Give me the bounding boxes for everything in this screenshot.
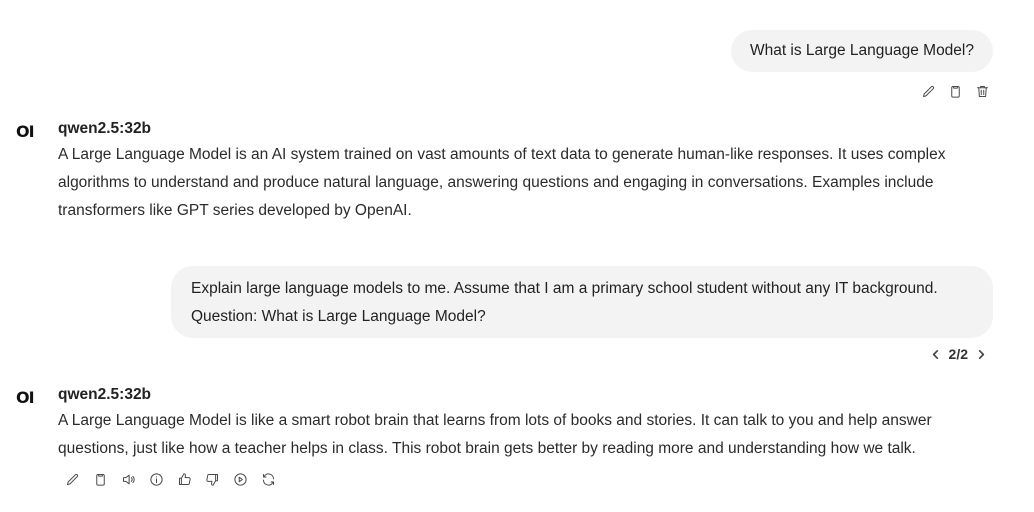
info-icon[interactable] (146, 469, 166, 489)
thumbs-up-icon[interactable] (174, 469, 194, 489)
user-message-text: What is Large Language Model? (749, 42, 974, 59)
assistant-message-actions (62, 469, 278, 489)
model-name: qwen2.5:32b (58, 386, 152, 403)
assistant-message-line: algorithms to understand and produce nat… (58, 174, 934, 191)
user-message-actions (918, 81, 992, 101)
user-message-bubble: Explain large language models to me. Ass… (171, 266, 993, 338)
model-avatar: OI (16, 122, 35, 141)
chevron-left-icon[interactable] (929, 347, 943, 361)
speaker-icon[interactable] (118, 469, 138, 489)
refresh-icon[interactable] (258, 469, 278, 489)
thumbs-down-icon[interactable] (202, 469, 222, 489)
model-avatar: OI (16, 388, 35, 407)
user-message-line: Question: What is Large Language Model? (191, 308, 486, 325)
assistant-message-line: questions, just like how a teacher helps… (58, 440, 916, 457)
chevron-right-icon[interactable] (974, 347, 988, 361)
assistant-message-line: A Large Language Model is an AI system t… (58, 146, 946, 163)
user-message-line: Explain large language models to me. Ass… (191, 280, 938, 297)
assistant-message-line: transformers like GPT series developed b… (58, 202, 412, 219)
pencil-icon[interactable] (62, 469, 82, 489)
pager-count: 2/2 (948, 346, 968, 362)
assistant-message-text: A Large Language Model is an AI system t… (58, 141, 994, 225)
clipboard-icon[interactable] (90, 469, 110, 489)
model-name: qwen2.5:32b (58, 120, 152, 137)
trash-icon[interactable] (972, 81, 992, 101)
user-message-bubble: What is Large Language Model? (730, 30, 993, 72)
pencil-icon[interactable] (918, 81, 938, 101)
assistant-message-line: A Large Language Model is like a smart r… (58, 412, 932, 429)
play-circle-icon[interactable] (230, 469, 250, 489)
assistant-message-text: A Large Language Model is like a smart r… (58, 407, 994, 463)
clipboard-icon[interactable] (945, 81, 965, 101)
response-pager: 2/2 (929, 346, 988, 362)
